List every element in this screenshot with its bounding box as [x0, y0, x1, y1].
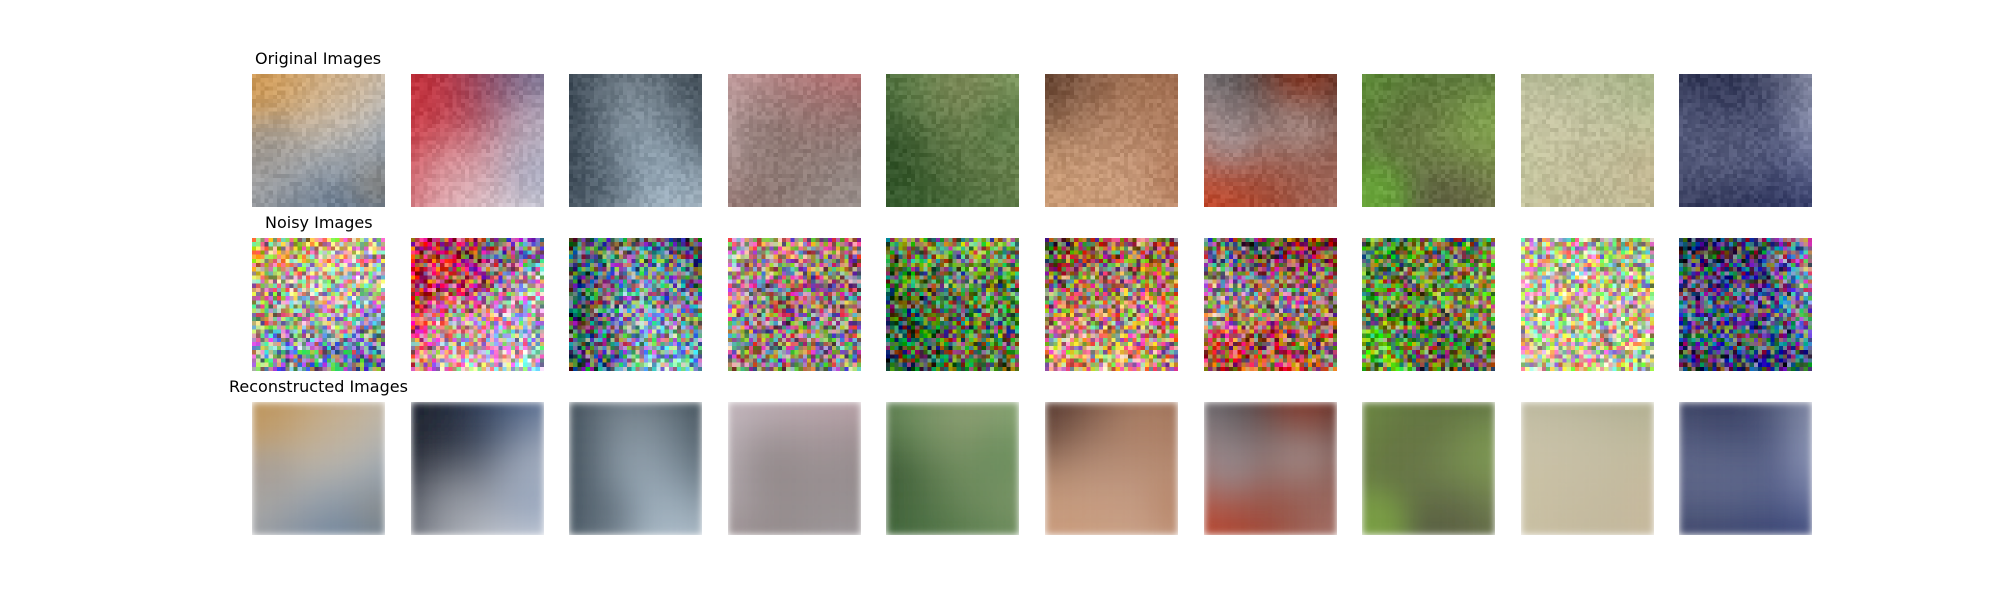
original-image-6 — [1045, 74, 1178, 207]
reconstructed-image-5 — [886, 402, 1019, 535]
reconstructed-image-10 — [1679, 402, 1812, 535]
noisy-image-3 — [569, 238, 702, 371]
original-image-9 — [1521, 74, 1654, 207]
noisy-image-5 — [886, 238, 1019, 371]
original-image-4 — [728, 74, 861, 207]
reconstructed-image-9 — [1521, 402, 1654, 535]
original-image-10 — [1679, 74, 1812, 207]
noisy-image-9 — [1521, 238, 1654, 371]
original-image-3 — [569, 74, 702, 207]
noisy-image-6 — [1045, 238, 1178, 371]
reconstructed-image-3 — [569, 402, 702, 535]
image-grid-figure: Original Images Noisy Images Reconstruct… — [0, 0, 2000, 600]
noisy-image-7 — [1204, 238, 1337, 371]
noisy-image-2 — [411, 238, 544, 371]
noisy-image-10 — [1679, 238, 1812, 371]
original-image-2 — [411, 74, 544, 207]
reconstructed-image-6 — [1045, 402, 1178, 535]
reconstructed-image-1 — [252, 402, 385, 535]
original-image-7 — [1204, 74, 1337, 207]
row-title-noisy: Noisy Images — [265, 213, 373, 233]
original-image-1 — [252, 74, 385, 207]
row-title-original: Original Images — [255, 49, 381, 69]
original-image-8 — [1362, 74, 1495, 207]
noisy-image-4 — [728, 238, 861, 371]
reconstructed-image-7 — [1204, 402, 1337, 535]
noisy-image-1 — [252, 238, 385, 371]
noisy-image-8 — [1362, 238, 1495, 371]
original-image-5 — [886, 74, 1019, 207]
row-title-reconstructed: Reconstructed Images — [229, 377, 408, 397]
reconstructed-image-2 — [411, 402, 544, 535]
reconstructed-image-4 — [728, 402, 861, 535]
reconstructed-image-8 — [1362, 402, 1495, 535]
